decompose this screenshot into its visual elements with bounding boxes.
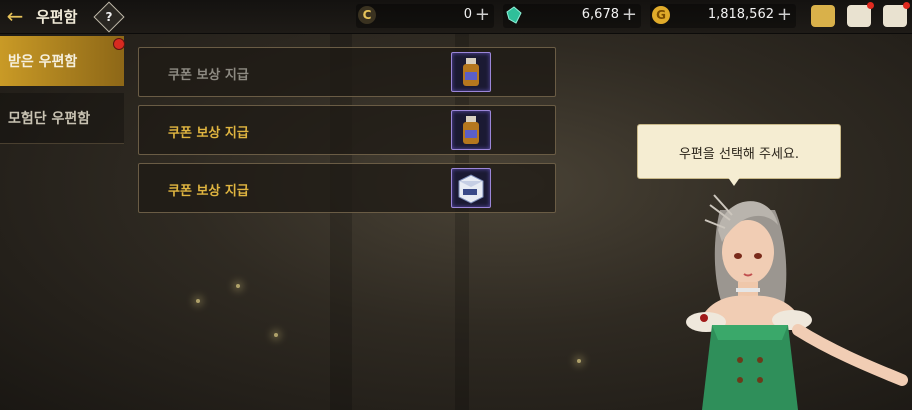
npc-character-portrait — [686, 194, 908, 410]
reward-item-slot[interactable] — [451, 110, 491, 150]
mail-row[interactable]: 쿠폰 보상 지급 — [138, 163, 556, 213]
page-title: 우편함 — [36, 8, 78, 26]
currency-c-coin: C 0 + — [356, 4, 494, 28]
speech-bubble-tail — [727, 176, 741, 186]
tab-notification-dot — [113, 38, 125, 50]
mail-notification-dot — [867, 2, 874, 9]
potion-bottle-icon — [463, 116, 479, 144]
firefly-light — [236, 284, 240, 288]
top-bar: ← 우편함 ? C 0 + 6,678 + G 1,818,562 + — [0, 0, 912, 34]
add-c-coin-button[interactable]: + — [475, 4, 490, 25]
mail-row[interactable]: 쿠폰 보상 지급 — [138, 47, 556, 97]
currency-gold: G 1,818,562 + — [650, 4, 796, 28]
currency-value: 0 — [463, 7, 472, 22]
tab-adventure-mail[interactable]: 모험단 우편함 — [0, 93, 124, 144]
firefly-light — [196, 299, 200, 303]
chat-icon[interactable] — [883, 2, 910, 27]
gold-coin-icon: G — [652, 6, 670, 24]
reward-item-slot[interactable] — [451, 168, 491, 208]
equipment-box-icon — [458, 174, 484, 204]
help-icon-label: ? — [105, 10, 113, 24]
mail-title: 쿠폰 보상 지급 — [168, 184, 249, 199]
currency-value: 6,678 — [581, 7, 619, 22]
firefly-light — [274, 333, 278, 337]
inventory-bag-icon[interactable] — [811, 5, 835, 27]
currency-crystal: 6,678 + — [503, 4, 641, 28]
firefly-light — [577, 359, 581, 363]
reward-item-slot[interactable] — [451, 52, 491, 92]
c-coin-icon: C — [358, 6, 376, 24]
add-crystal-button[interactable]: + — [622, 4, 637, 25]
speech-bubble: 우편을 선택해 주세요. — [637, 124, 841, 179]
mail-row[interactable]: 쿠폰 보상 지급 — [138, 105, 556, 155]
potion-bottle-icon — [463, 58, 479, 86]
mail-title: 쿠폰 보상 지급 — [168, 126, 249, 141]
chat-notification-dot — [903, 2, 910, 9]
mail-icon[interactable] — [847, 2, 874, 27]
back-arrow-icon[interactable]: ← — [4, 5, 26, 27]
help-icon[interactable]: ? — [93, 1, 125, 33]
crystal-icon — [506, 6, 522, 24]
tab-received-mail[interactable]: 받은 우편함 — [0, 36, 124, 86]
npc-speech-text: 우편을 선택해 주세요. — [678, 147, 800, 162]
add-gold-button[interactable]: + — [777, 4, 792, 25]
tab-label: 받은 우편함 — [8, 54, 78, 70]
currency-value: 1,818,562 — [707, 7, 774, 22]
tab-label: 모험단 우편함 — [8, 111, 91, 127]
mail-title: 쿠폰 보상 지급 — [168, 68, 249, 83]
